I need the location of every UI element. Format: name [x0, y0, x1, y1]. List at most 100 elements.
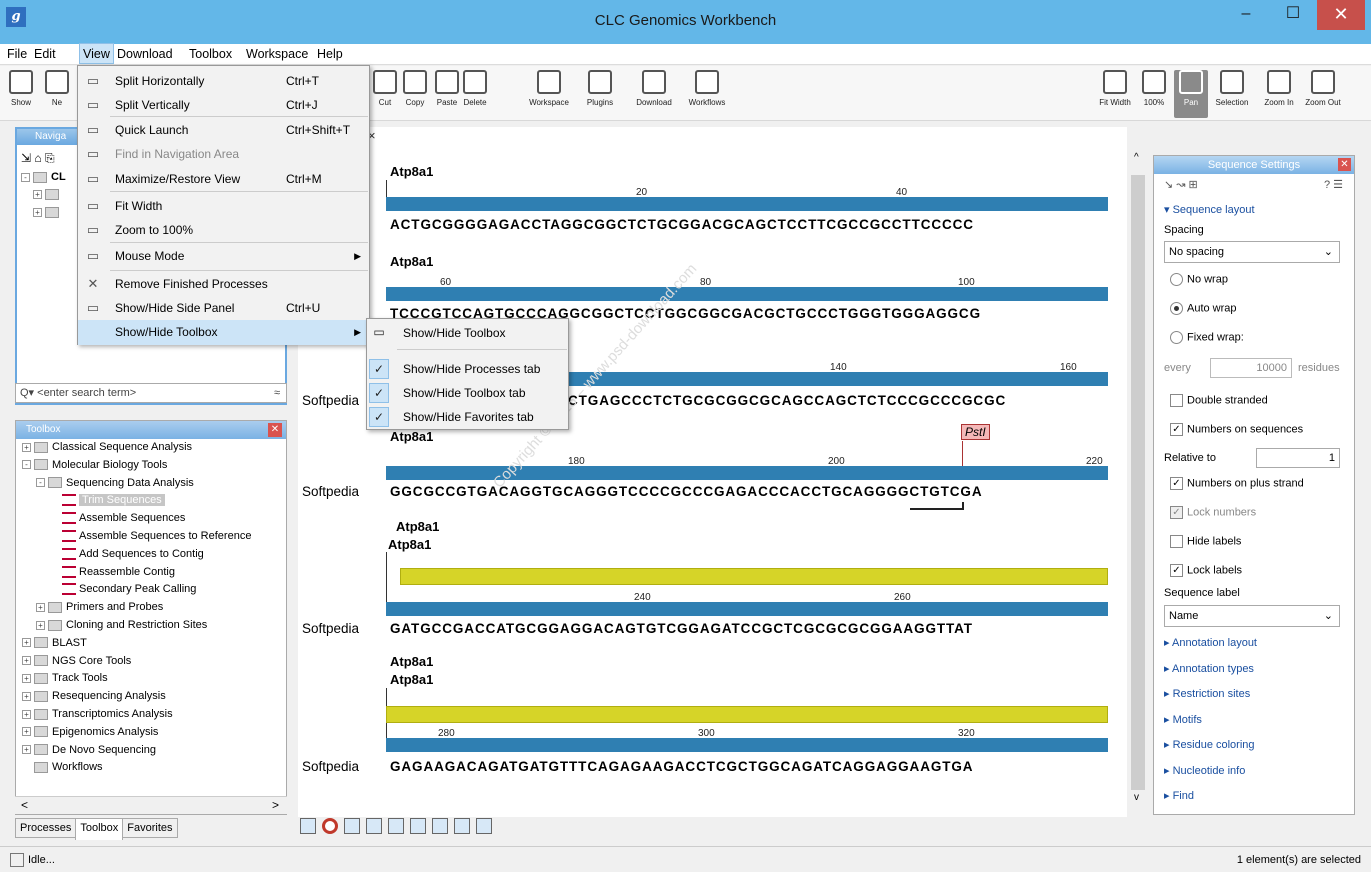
sequence-residues[interactable]: GATGCCGACCATGCGGAGGACAGTGTCGGAGATCCGCTCG…	[390, 621, 973, 636]
expand-icon[interactable]: +	[36, 602, 45, 612]
menu-edit[interactable]: Edit	[31, 44, 59, 65]
section-sequence-layout[interactable]: ▾ Sequence layout	[1164, 203, 1255, 216]
menu-toolbox[interactable]: Toolbox	[186, 44, 235, 65]
collapse-icon[interactable]: -	[22, 460, 31, 470]
menu-workspace[interactable]: Workspace	[243, 44, 311, 65]
settings-close-icon[interactable]: ✕	[1338, 158, 1351, 171]
toolbar-workflows-button[interactable]: Workflows	[685, 70, 729, 107]
toolbox-item-resequencing-analysis[interactable]: + Resequencing Analysis	[22, 688, 251, 706]
navigation-folder[interactable]: +	[21, 187, 66, 205]
toolbox-horizontal-scrollbar[interactable]: < >	[15, 796, 287, 814]
toolbar-workspace-button[interactable]: Workspace	[527, 70, 571, 107]
toolbar-plugins-button[interactable]: Plugins	[578, 70, 622, 107]
view-menu-item-split-horizontally[interactable]: ▭ Split Horizontally Ctrl+T	[78, 69, 369, 94]
section-annotation-layout[interactable]: ▸ Annotation layout	[1164, 636, 1257, 649]
toolbar-download-button[interactable]: Download	[632, 70, 676, 107]
sequence-view-icon[interactable]	[300, 818, 316, 834]
submenu-item-show-hide-toolbox[interactable]: ▭ Show/Hide Toolbox	[367, 321, 568, 345]
toolbox-item-track-tools[interactable]: + Track Tools	[22, 670, 251, 688]
expand-icon[interactable]: +	[22, 673, 31, 683]
view-menu-item-show-hide-toolbox[interactable]: Show/Hide Toolbox ▶	[78, 320, 369, 345]
auto-wrap-radio[interactable]: Auto wrap	[1170, 302, 1237, 315]
view-menu-item-maximize-restore-view[interactable]: ▭ Maximize/Restore View Ctrl+M	[78, 167, 369, 192]
restriction-map-icon[interactable]	[388, 818, 404, 834]
view-menu-item-find-in-navigation-area[interactable]: ▭ Find in Navigation Area	[78, 142, 369, 167]
view-menu-item-mouse-mode[interactable]: ▭ Mouse Mode ▶	[78, 244, 369, 269]
structure-icon[interactable]	[410, 818, 426, 834]
toolbar-selection-button[interactable]: Selection	[1210, 70, 1254, 107]
numbers-plus-strand-checkbox[interactable]: ✓ Numbers on plus strand	[1170, 477, 1304, 490]
relative-to-input[interactable]: 1	[1256, 448, 1340, 468]
toolbox-item-add-sequences-to-contig[interactable]: Add Sequences to Contig	[22, 546, 251, 564]
numbers-on-sequences-checkbox[interactable]: ✓ Numbers on sequences	[1170, 423, 1303, 436]
circular-view-icon[interactable]	[322, 818, 338, 834]
collapse-icon[interactable]: -	[36, 478, 45, 488]
expand-icon[interactable]	[22, 763, 31, 772]
view-menu-item-remove-finished-processes[interactable]: ✕ Remove Finished Processes	[78, 272, 369, 297]
toolbox-item-reassemble-contig[interactable]: Reassemble Contig	[22, 564, 251, 582]
sequence-residues[interactable]: ACTGCGGGGAGACCTAGGCGGCTCTGCGGACGCAGCTCCT…	[390, 217, 974, 232]
toolbox-item-blast[interactable]: + BLAST	[22, 635, 251, 653]
toolbox-item-workflows[interactable]: Workflows	[22, 759, 251, 777]
hide-labels-checkbox[interactable]: Hide labels	[1170, 535, 1241, 548]
navigation-recycle-bin[interactable]: +	[21, 205, 66, 223]
sequence-residues[interactable]: GGCGCCGTGACAGGTGCAGGGTCCCCGCCCGAGACCCACC…	[390, 484, 982, 499]
section-find[interactable]: ▸ Find	[1164, 789, 1194, 802]
toolbox-item-classical-sequence-analysis[interactable]: + Classical Sequence Analysis	[22, 439, 251, 457]
minimize-button[interactable]: –	[1223, 0, 1269, 30]
expand-icon[interactable]: +	[22, 745, 31, 755]
toolbox-item-trim-sequences[interactable]: Trim Sequences	[22, 492, 251, 510]
toolbox-item-epigenomics-analysis[interactable]: + Epigenomics Analysis	[22, 724, 251, 742]
toolbox-item-cloning-and-restriction-sites[interactable]: + Cloning and Restriction Sites	[22, 617, 251, 635]
toolbar-show-button[interactable]: Show	[4, 70, 38, 107]
section-residue-coloring[interactable]: ▸ Residue coloring	[1164, 738, 1255, 751]
toolbox-item-de-novo-sequencing[interactable]: + De Novo Sequencing	[22, 742, 251, 760]
edit-icon[interactable]	[476, 818, 492, 834]
toolbox-item-sequencing-data-analysis[interactable]: - Sequencing Data Analysis	[22, 475, 251, 493]
expand-icon[interactable]: +	[22, 442, 31, 452]
double-stranded-checkbox[interactable]: Double stranded	[1170, 394, 1268, 407]
navigation-root[interactable]: - CL	[21, 169, 66, 187]
toolbar-new-button[interactable]: Ne	[40, 70, 74, 107]
view-menu-item-show-hide-side-panel[interactable]: ▭ Show/Hide Side Panel Ctrl+U	[78, 296, 369, 321]
toolbar-zoom-in-button[interactable]: Zoom In	[1257, 70, 1301, 107]
settings-help-icon[interactable]: ? ☰	[1324, 178, 1343, 191]
spacing-select[interactable]: No spacing ⌄	[1164, 241, 1340, 263]
toolbar-zoom-out-button[interactable]: Zoom Out	[1301, 70, 1345, 107]
expand-icon[interactable]: +	[36, 620, 45, 630]
view-menu-item-fit-width[interactable]: ▭ Fit Width	[78, 194, 369, 219]
expand-icon[interactable]: +	[22, 656, 31, 666]
collapse-icon[interactable]: ≈	[274, 384, 280, 402]
no-wrap-radio[interactable]: No wrap	[1170, 273, 1228, 286]
view-menu-item-zoom-to-100-[interactable]: ▭ Zoom to 100%	[78, 218, 369, 243]
tab-toolbox[interactable]: Toolbox	[75, 818, 124, 840]
section-motifs[interactable]: ▸ Motifs	[1164, 713, 1202, 726]
view-menu-item-split-vertically[interactable]: ▭ Split Vertically Ctrl+J	[78, 93, 369, 118]
toolbar-copy-button[interactable]: Copy	[398, 70, 432, 107]
menu-download[interactable]: Download	[114, 44, 176, 65]
editor-scroll-thumb[interactable]	[1131, 175, 1145, 790]
history-icon[interactable]	[432, 818, 448, 834]
submenu-item-show-hide-toolbox-tab[interactable]: ✓ Show/Hide Toolbox tab	[367, 381, 568, 405]
expand-icon[interactable]: +	[22, 691, 31, 701]
toolbox-item-secondary-peak-calling[interactable]: Secondary Peak Calling	[22, 581, 251, 599]
annotation-bar[interactable]	[386, 706, 1108, 723]
sequence-residues[interactable]: CTGAGCCCTCTGCGCGGCGCAGCCAGCTCTCCCGCCCGCG…	[568, 393, 1006, 408]
toolbar-cut-button[interactable]: Cut	[372, 70, 398, 107]
annotation-table-icon[interactable]	[344, 818, 360, 834]
restriction-site-label[interactable]: PstI	[961, 424, 990, 440]
process-icon[interactable]	[10, 853, 24, 867]
wrap-every-input[interactable]: 10000	[1210, 358, 1292, 378]
sequence-label-select[interactable]: Name ⌄	[1164, 605, 1340, 627]
tab-favorites[interactable]: Favorites	[122, 818, 178, 838]
expand-icon[interactable]: +	[22, 727, 31, 737]
navigation-search-input[interactable]: Q▾ <enter search term> ≈	[15, 383, 287, 403]
book-icon[interactable]	[454, 818, 470, 834]
toolbar-zoom-100-button[interactable]: 100%	[1137, 70, 1171, 107]
menu-help[interactable]: Help	[314, 44, 346, 65]
toolbox-item-assemble-sequences-to-reference[interactable]: Assemble Sequences to Reference	[22, 528, 251, 546]
toolbox-item-transcriptomics-analysis[interactable]: + Transcriptomics Analysis	[22, 706, 251, 724]
annotation-bar[interactable]	[400, 568, 1108, 585]
toolbar-fit-width-button[interactable]: Fit Width	[1095, 70, 1135, 107]
toolbar-delete-button[interactable]: Delete	[458, 70, 492, 107]
